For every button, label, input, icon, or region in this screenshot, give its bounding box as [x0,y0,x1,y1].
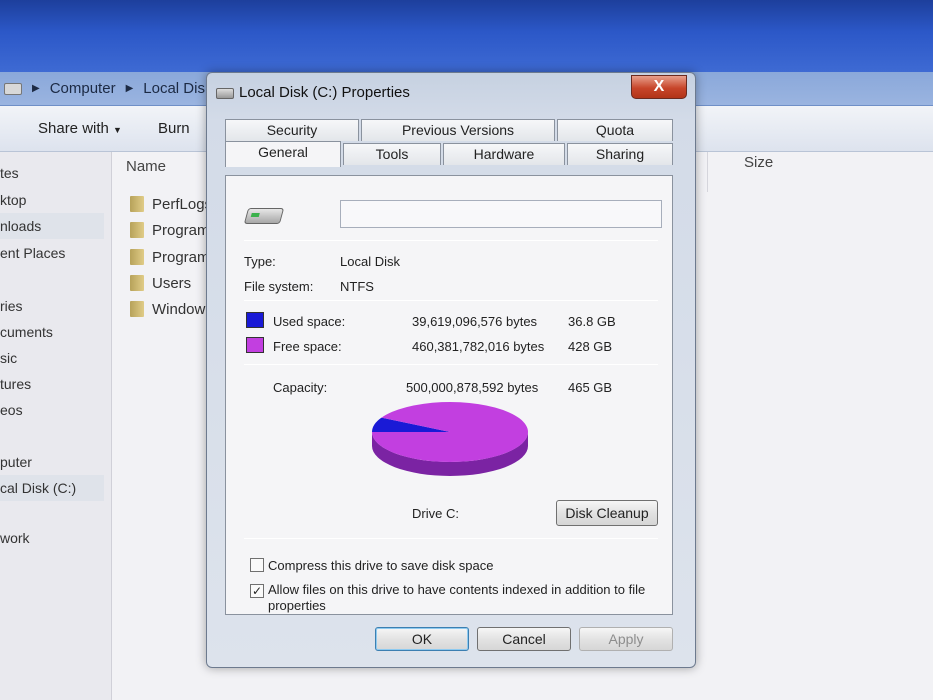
nav-item-music[interactable]: sic [0,345,104,371]
nav-item-computer[interactable]: puter [0,449,104,475]
nav-item-libraries[interactable]: ries [0,293,104,319]
drive-icon [216,88,234,99]
divider [244,364,658,365]
divider [244,300,658,301]
compress-checkbox[interactable] [250,558,264,572]
list-item[interactable]: Window [130,297,205,321]
column-header-size[interactable]: Size [744,154,773,171]
properties-dialog: Local Disk (C:) Properties X Security Pr… [206,72,696,668]
chevron-right-icon: ▶ [32,83,40,94]
nav-item-network[interactable]: work [0,525,104,551]
nav-item-documents[interactable]: cuments [0,319,104,345]
used-space-swatch [246,312,264,328]
dialog-title: Local Disk (C:) Properties [239,84,410,101]
nav-item-recent-places[interactable]: ent Places [0,240,104,266]
list-item[interactable]: Users [130,271,191,295]
tab-quota[interactable]: Quota [557,119,673,141]
computer-icon [4,82,22,95]
folder-icon [130,301,144,317]
share-with-label: Share with [38,120,109,137]
general-tab-page: Type: Local Disk File system: NTFS Used … [225,175,673,615]
apply-button[interactable]: Apply [579,627,673,651]
free-space-bytes: 460,381,782,016 bytes [412,339,545,354]
breadcrumb-computer[interactable]: Computer [50,80,116,97]
folder-icon [130,249,144,265]
list-item[interactable]: PerfLogs [130,192,212,216]
free-space-label: Free space: [273,339,342,354]
tab-general[interactable]: General [225,141,341,167]
file-system-label: File system: [244,279,314,294]
burn-button[interactable]: Burn [158,120,190,137]
capacity-size: 465 GB [568,380,613,395]
folder-icon [130,196,144,212]
nav-item-desktop[interactable]: ktop [0,187,104,213]
file-name: Program [152,221,210,239]
pie-slice-free [372,402,528,462]
file-name: Window [152,300,206,318]
nav-item-pictures[interactable]: tures [0,371,104,397]
file-name: PerfLogs [152,195,213,213]
folder-icon [130,222,144,238]
nav-item-videos[interactable]: eos [0,397,104,423]
tab-previous-versions[interactable]: Previous Versions [361,119,555,141]
tab-hardware[interactable]: Hardware [443,143,565,165]
drive-name-label: Drive C: [412,506,459,521]
type-value: Local Disk [340,254,400,269]
capacity-label: Capacity: [273,380,328,395]
drive-led-icon [250,213,260,217]
index-checkbox[interactable]: ✓ [250,584,264,598]
file-system-value: NTFS [340,279,374,294]
index-label-line2[interactable]: properties [268,598,326,613]
index-label-line1[interactable]: Allow files on this drive to have conten… [268,582,645,597]
column-divider[interactable] [707,152,708,192]
drive-label-input[interactable] [340,200,662,228]
nav-item-favorites[interactable]: tes [0,160,104,186]
tab-tools[interactable]: Tools [343,143,441,165]
used-space-bytes: 39,619,096,576 bytes [412,314,538,329]
nav-item-local-disk[interactable]: cal Disk (C:) [0,475,104,501]
used-space-size: 36.8 GB [568,314,616,329]
file-name: Users [152,274,192,292]
tab-sharing[interactable]: Sharing [567,143,673,165]
disk-usage-pie-chart [372,402,528,476]
close-button[interactable]: X [631,75,687,99]
divider [244,538,658,539]
type-label: Type: [244,254,276,269]
file-name: Program [152,248,210,266]
list-item[interactable]: Program [130,245,210,269]
column-header-name[interactable]: Name [126,158,166,175]
cancel-button[interactable]: Cancel [477,627,571,651]
list-item[interactable]: Program [130,218,210,242]
navigation-pane: tes ktop nloads ent Places ries cuments … [0,152,112,700]
window-frame [0,0,933,72]
chevron-right-icon: ▶ [125,83,134,94]
ok-button[interactable]: OK [375,627,469,651]
compress-label[interactable]: Compress this drive to save disk space [268,558,493,573]
tab-security[interactable]: Security [225,119,359,141]
disk-cleanup-button[interactable]: Disk Cleanup [556,500,658,526]
capacity-bytes: 500,000,878,592 bytes [406,380,539,395]
caret-down-icon: ▼ [113,125,122,135]
hard-drive-icon [243,208,285,224]
folder-icon [130,275,144,291]
divider [244,240,658,241]
used-space-label: Used space: [273,314,346,329]
free-space-swatch [246,337,264,353]
nav-item-downloads[interactable]: nloads [0,213,104,239]
free-space-size: 428 GB [568,339,613,354]
dialog-client-area: Security Previous Versions Quota General… [219,113,685,659]
breadcrumb-local-disk[interactable]: Local Disk [143,80,212,97]
share-with-button[interactable]: Share with ▼ [38,120,122,137]
